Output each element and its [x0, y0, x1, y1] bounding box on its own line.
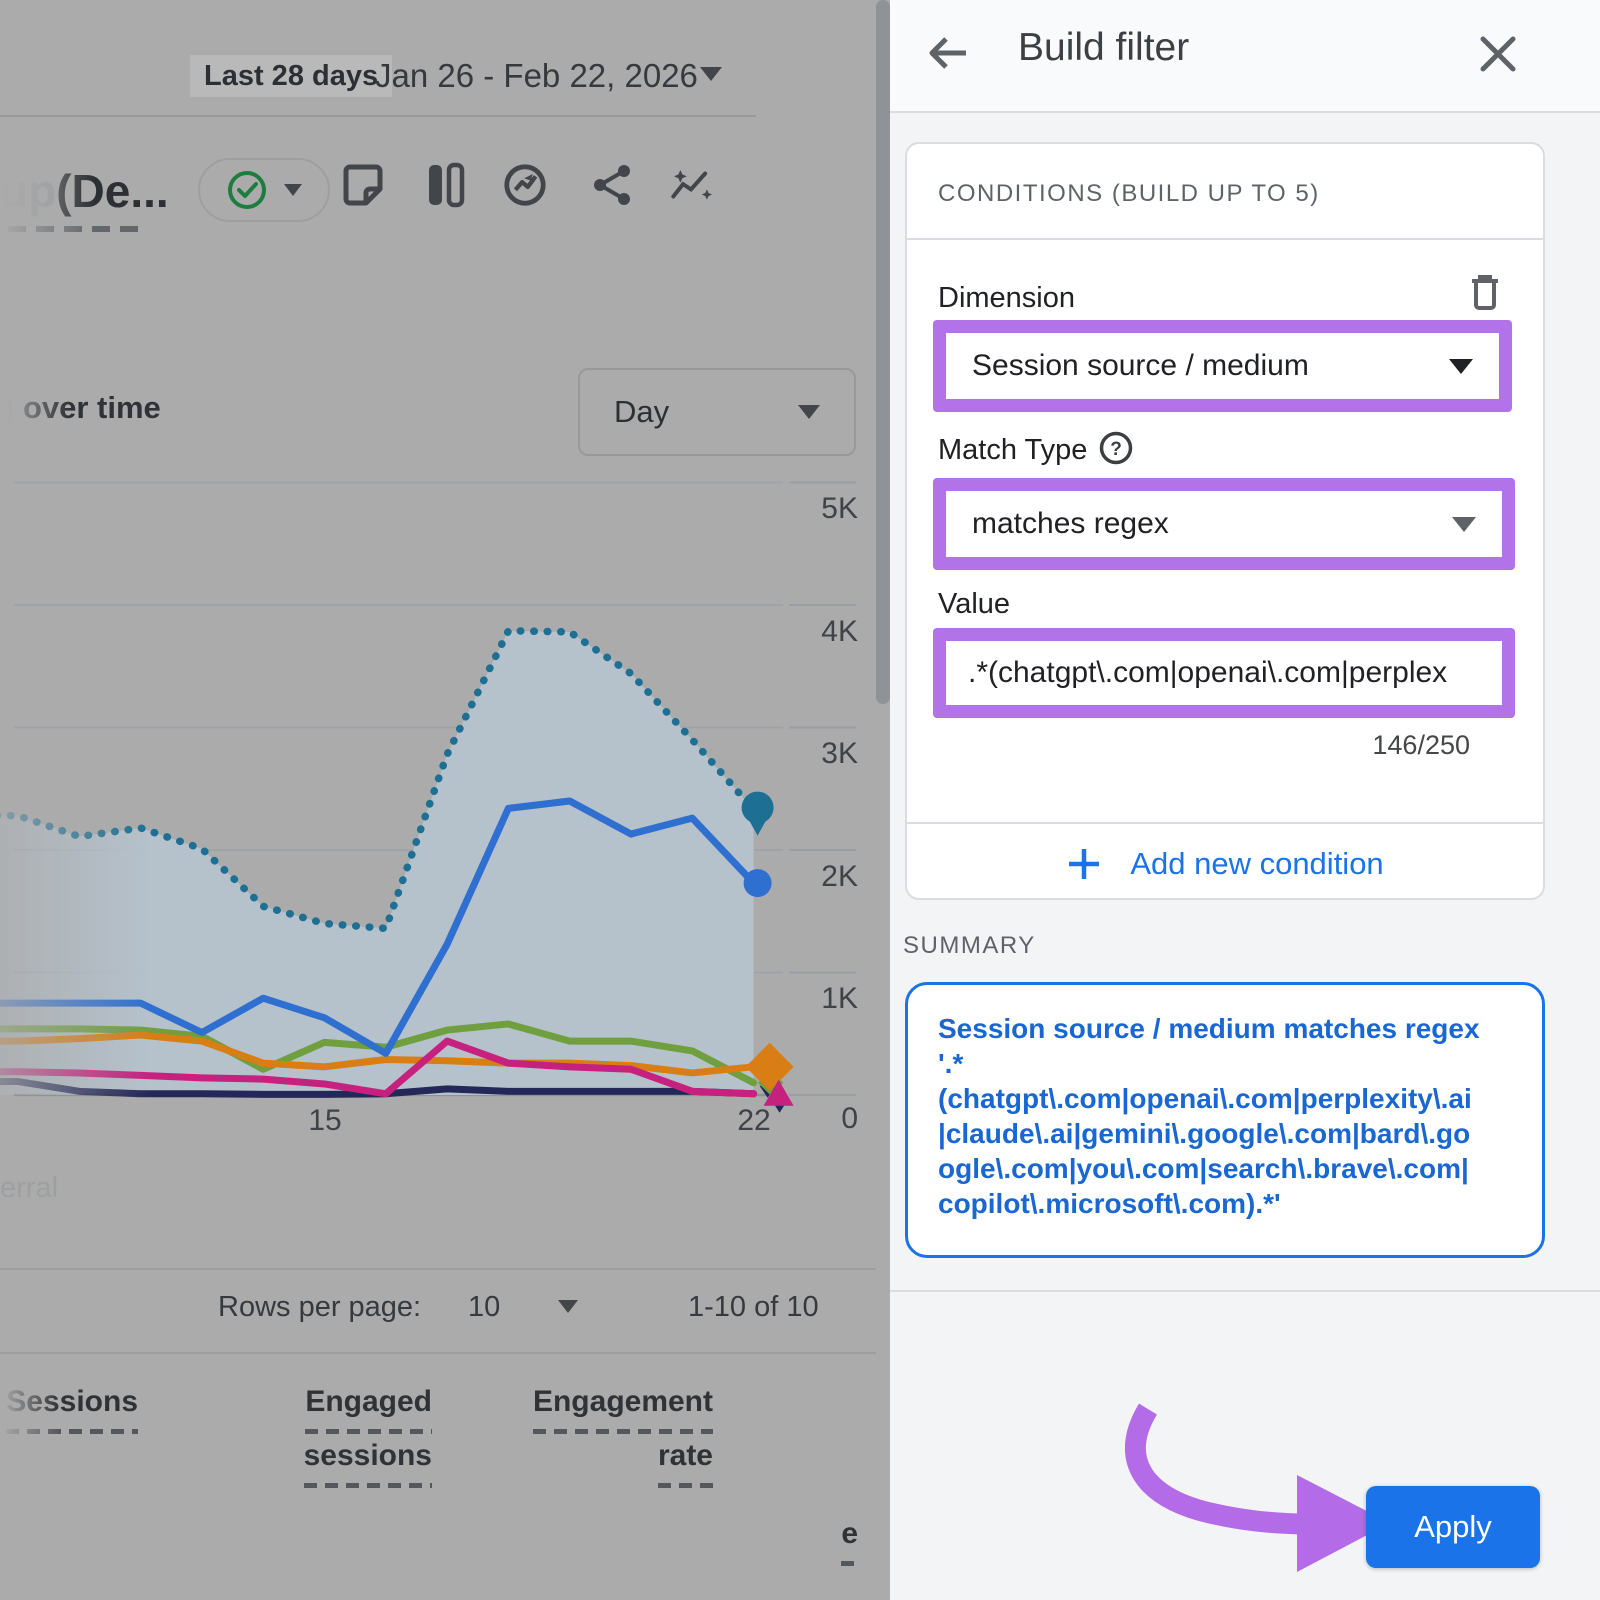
rows-per-page-label: Rows per page:	[218, 1291, 421, 1324]
dimension-caret-icon	[1449, 359, 1473, 374]
pagination-range: 1-10 of 10	[688, 1291, 819, 1324]
apply-button[interactable]: Apply	[1366, 1486, 1540, 1568]
summary-label: SUMMARY	[903, 932, 1036, 960]
screenshot-root: Last 28 days Jan 26 - Feb 22, 2026 up (D…	[0, 0, 1600, 1600]
value-input[interactable]	[968, 656, 1502, 690]
summary-box: Session source / medium matches regex '.…	[905, 982, 1545, 1258]
y-tick: 2K	[821, 860, 858, 893]
svg-text:?: ?	[1110, 439, 1122, 460]
scrollbar-thumb[interactable]	[876, 0, 890, 704]
table-divider	[0, 1352, 876, 1354]
rows-per-page-value[interactable]: 10	[468, 1291, 500, 1324]
y-tick: 5K	[821, 492, 858, 525]
conditions-header: CONDITIONS (BUILD UP TO 5)	[938, 180, 1320, 208]
y-tick: 4K	[821, 615, 858, 648]
match-type-label: Match Type	[938, 434, 1087, 467]
y-tick: 3K	[821, 737, 858, 770]
x-tick: 22	[737, 1104, 770, 1137]
column-header-sessions[interactable]: Sessions	[0, 1380, 138, 1434]
value-input-wrapper	[933, 628, 1515, 718]
column-header-engaged-sessions[interactable]: Engaged sessions	[232, 1380, 432, 1488]
column-header-partial: e	[788, 1512, 858, 1566]
y-tick: 1K	[821, 982, 858, 1015]
plus-icon	[1066, 846, 1102, 882]
summary-text: Session source / medium matches regex '.…	[938, 1011, 1512, 1221]
table-divider	[0, 1268, 876, 1270]
footer-divider	[890, 1290, 1600, 1292]
y-tick: 0	[841, 1102, 858, 1135]
panel-title: Build filter	[1018, 26, 1189, 70]
match-type-select[interactable]: matches regex	[933, 478, 1515, 570]
card-divider	[907, 822, 1543, 824]
add-condition-button[interactable]: Add new condition	[905, 834, 1545, 894]
dimension-select[interactable]: Session source / medium	[933, 320, 1512, 412]
x-tick: 15	[308, 1104, 341, 1137]
legend-item-partial: erral	[0, 1172, 58, 1205]
report-background: Last 28 days Jan 26 - Feb 22, 2026 up (D…	[0, 0, 890, 1600]
char-counter: 146/250	[1245, 730, 1470, 761]
dimension-label: Dimension	[938, 282, 1075, 315]
close-icon[interactable]	[1478, 34, 1518, 74]
help-icon[interactable]: ?	[1098, 430, 1134, 466]
value-label: Value	[938, 588, 1010, 621]
rows-per-page-caret-icon[interactable]	[558, 1300, 578, 1313]
back-arrow-icon[interactable]	[926, 30, 972, 76]
column-header-engagement-rate[interactable]: Engagement rate	[513, 1380, 713, 1488]
card-divider	[907, 238, 1543, 240]
match-type-caret-icon	[1452, 517, 1476, 532]
delete-condition-icon[interactable]	[1468, 272, 1502, 312]
panel-header-divider	[890, 111, 1600, 113]
sessions-over-time-chart: 5K 4K 3K 2K 1K 0 15 22	[0, 0, 890, 1600]
